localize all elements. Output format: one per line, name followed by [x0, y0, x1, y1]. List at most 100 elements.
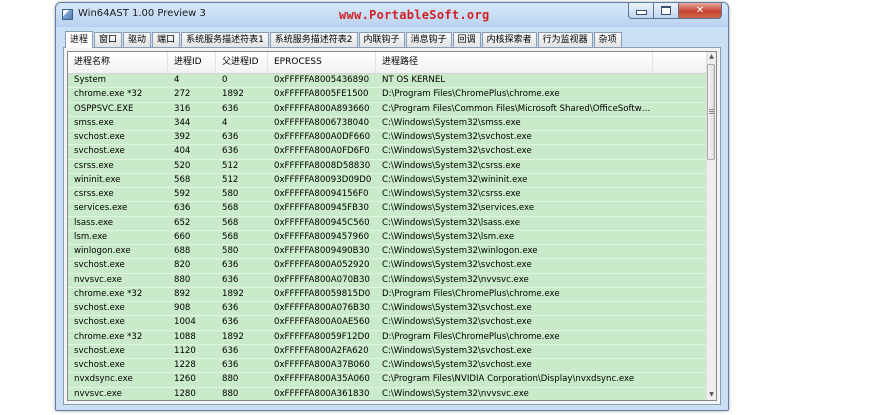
table-row[interactable]: svchost.exe 1004 636 0xFFFFFA800A0AE560 C:\W…	[68, 316, 708, 331]
cell-pid: 908	[174, 303, 191, 313]
cell-process-path: D:\Program Files\ChromePlus\chrome.exe	[382, 89, 560, 100]
table-row[interactable]: svchost.exe 820 636 0xFFFFFA800A052920 C:\Wi…	[68, 259, 708, 274]
cell-process-name: smss.exe	[74, 117, 114, 128]
cell-pid: 1120	[174, 345, 196, 356]
cell-pid: 1004	[174, 317, 196, 328]
cell-pid: 688	[174, 246, 191, 256]
table-row[interactable]: wininit.exe 568 512 0xFFFFFA80093D09D0 C:\Wi…	[68, 173, 708, 188]
cell-pid: 592	[174, 189, 191, 199]
cell-process-path: C:\Windows\System32\lsass.exe	[382, 217, 520, 228]
cell-process-name: svchost.exe	[74, 146, 125, 157]
cell-parent-pid: 636	[222, 303, 239, 313]
column-header-eprocess[interactable]: EPROCESS	[268, 52, 376, 73]
cell-parent-pid: 636	[222, 360, 239, 370]
table-row[interactable]: smss.exe 344 4 0xFFFFFA8006738040 C:\Windows…	[68, 116, 708, 131]
table-row[interactable]: System 4 0 0xFFFFFA8005436890 NT OS KERNEL	[68, 74, 708, 89]
table-row[interactable]: chrome.exe *32 892 1892 0xFFFFFA80059815D0 D…	[68, 287, 708, 302]
table-row[interactable]: nvxdsync.exe 1260 880 0xFFFFFA800A35A060 C:\…	[68, 373, 708, 388]
column-header-pid[interactable]: 进程ID	[168, 52, 216, 73]
tab-port[interactable]: 端口	[152, 32, 181, 47]
column-header-row: 进程名称 进程ID 父进程ID EPROCESS 进程路径	[68, 52, 708, 74]
tab-window[interactable]: 窗口	[94, 32, 123, 47]
minimize-button[interactable]	[628, 3, 654, 19]
cell-parent-pid: 580	[222, 246, 239, 256]
vertical-scrollbar[interactable]: ▲ ▼	[706, 52, 716, 400]
cell-eprocess: 0xFFFFFA80059F12D0	[274, 331, 370, 342]
table-row[interactable]: svchost.exe 404 636 0xFFFFFA800A0FD6F0 C:\Wi…	[68, 145, 708, 160]
cell-parent-pid: 1892	[222, 89, 244, 100]
cell-process-name: svchost.exe	[74, 317, 125, 328]
cell-process-name: nvxdsync.exe	[74, 374, 133, 385]
column-header-process-name[interactable]: 进程名称	[68, 52, 168, 73]
column-header-process-path[interactable]: 进程路径	[376, 52, 653, 73]
cell-parent-pid: 4	[222, 117, 228, 128]
table-row[interactable]: csrss.exe 520 512 0xFFFFFA8008D58830 C:\Wind…	[68, 159, 708, 174]
table-row[interactable]: chrome.exe *32 272 1892 0xFFFFFA8005FE1500 D…	[68, 88, 708, 103]
cell-process-name: wininit.exe	[74, 174, 121, 185]
cell-eprocess: 0xFFFFFA800A0FD6F0	[274, 146, 370, 157]
tab-misc[interactable]: 杂项	[593, 32, 622, 47]
table-row[interactable]: chrome.exe *32 1088 1892 0xFFFFFA80059F12D0…	[68, 330, 708, 345]
tab-ssdt2[interactable]: 系统服务描述符表2	[269, 32, 358, 47]
table-row[interactable]: svchost.exe 392 636 0xFFFFFA800A0DF660 C:\Wi…	[68, 131, 708, 146]
tab-behavior-monitor[interactable]: 行为监视器	[537, 32, 593, 47]
tab-driver[interactable]: 驱动	[123, 32, 152, 47]
maximize-button[interactable]	[654, 3, 679, 19]
cell-process-path: C:\Windows\System32\svchost.exe	[382, 132, 532, 142]
cell-pid: 1228	[174, 360, 196, 370]
cell-process-name: chrome.exe *32	[74, 288, 143, 299]
table-row[interactable]: csrss.exe 592 580 0xFFFFFA80094156F0 C:\Wind…	[68, 188, 708, 203]
tab-process[interactable]: 进程	[65, 31, 94, 48]
cell-parent-pid: 880	[222, 374, 239, 385]
cell-pid: 660	[174, 231, 191, 242]
table-row[interactable]: OSPPSVC.EXE 316 636 0xFFFFFA800A893660 C:\Pr…	[68, 102, 708, 117]
chevron-down-icon[interactable]: ▼	[707, 390, 716, 400]
cell-pid: 880	[174, 274, 191, 285]
process-list[interactable]: 进程名称 进程ID 父进程ID EPROCESS 进程路径 System 4 0 0x…	[67, 51, 717, 401]
cell-pid: 272	[174, 89, 191, 100]
cell-parent-pid: 568	[222, 231, 239, 242]
cell-process-path: C:\Program Files\NVIDIA Corporation\Disp…	[382, 374, 635, 385]
close-button[interactable]: ✕	[679, 3, 722, 19]
table-row[interactable]: svchost.exe 908 636 0xFFFFFA800A076B30 C:\Wi…	[68, 302, 708, 317]
title-bar[interactable]: Win64AST 1.00 Preview 3 www.PortableSoft…	[56, 3, 728, 27]
tab-strip: 进程 窗口 驱动 端口 系统服务描述符表1 系统服务描述符表2 内联钩子 消息钩…	[65, 30, 623, 48]
cell-process-path: C:\Windows\System32\svchost.exe	[382, 260, 532, 271]
cell-pid: 1260	[174, 374, 196, 385]
cell-eprocess: 0xFFFFFA80093D09D0	[274, 174, 372, 185]
cell-pid: 1088	[174, 331, 196, 342]
cell-eprocess: 0xFFFFFA80059815D0	[274, 288, 371, 299]
tab-ssdt1[interactable]: 系统服务描述符表1	[181, 32, 269, 47]
cell-pid: 344	[174, 117, 191, 128]
table-row[interactable]: svchost.exe 1228 636 0xFFFFFA800A37B060 C:\W…	[68, 359, 708, 374]
table-row[interactable]: nvvsvc.exe 880 636 0xFFFFFA800A070B30 C:\Win…	[68, 273, 708, 288]
window-title: Win64AST 1.00 Preview 3	[78, 8, 206, 19]
cell-process-path: C:\Windows\System32\wininit.exe	[382, 174, 528, 185]
table-row[interactable]: services.exe 636 568 0xFFFFFA800945FB30 C:\W…	[68, 202, 708, 217]
table-row[interactable]: winlogon.exe 688 580 0xFFFFFA8009490B30 C:\W…	[68, 245, 708, 260]
cell-parent-pid: 636	[222, 146, 239, 157]
column-header-parent-pid[interactable]: 父进程ID	[216, 52, 268, 73]
table-row[interactable]: nvvsvc.exe 1280 880 0xFFFFFA800A361830 C:\Wi…	[68, 387, 708, 400]
cell-eprocess: 0xFFFFFA800A37B060	[274, 360, 370, 370]
tab-message-hook[interactable]: 消息钩子	[405, 32, 452, 47]
cell-process-name: OSPPSVC.EXE	[74, 103, 134, 114]
table-row[interactable]: lsm.exe 660 568 0xFFFFFA8009457960 C:\Window…	[68, 230, 708, 245]
cell-pid: 652	[174, 217, 191, 228]
cell-eprocess: 0xFFFFFA8005436890	[274, 75, 370, 85]
tab-kernel-explorer[interactable]: 内核探索者	[481, 32, 537, 47]
cell-parent-pid: 636	[222, 274, 239, 285]
scrollbar-thumb[interactable]	[707, 64, 715, 160]
tab-callback[interactable]: 回调	[452, 32, 481, 47]
table-row[interactable]: lsass.exe 652 568 0xFFFFFA800945C560 C:\Wind…	[68, 216, 708, 231]
cell-eprocess: 0xFFFFFA800A076B30	[274, 303, 370, 313]
cell-process-path: C:\Windows\System32\svchost.exe	[382, 303, 532, 313]
table-row[interactable]: svchost.exe 1120 636 0xFFFFFA800A2FA620 C:\W…	[68, 344, 708, 359]
cell-process-path: C:\Windows\System32\svchost.exe	[382, 146, 532, 157]
chevron-up-icon[interactable]: ▲	[707, 52, 716, 62]
tab-inline-hook[interactable]: 内联钩子	[358, 32, 405, 47]
column-header-extra[interactable]	[653, 52, 708, 73]
cell-eprocess: 0xFFFFFA8006738040	[274, 117, 370, 128]
cell-process-name: svchost.exe	[74, 303, 125, 313]
cell-process-name: svchost.exe	[74, 360, 125, 370]
